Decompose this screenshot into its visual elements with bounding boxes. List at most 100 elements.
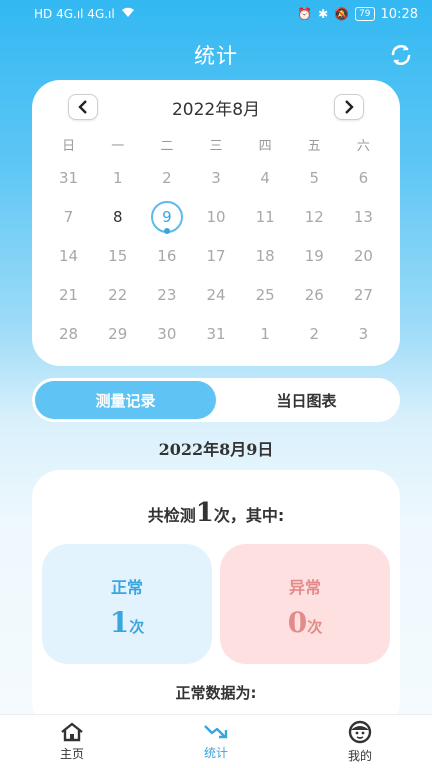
nav-item-mine[interactable]: 我的: [288, 715, 432, 768]
calendar-day[interactable]: 25: [241, 275, 290, 314]
chevron-right-icon: [345, 100, 354, 114]
calendar-day[interactable]: 5: [290, 158, 339, 197]
calendar-day[interactable]: 21: [44, 275, 93, 314]
calendar-day[interactable]: 26: [290, 275, 339, 314]
nav-label-home: 主页: [59, 746, 84, 761]
calendar-day[interactable]: 2: [142, 158, 191, 197]
calendar-day[interactable]: 6: [339, 158, 388, 197]
status-bar: HD 4G.ıl 4G.ıl ⏰ ✱ 🔕 79 10:28: [0, 0, 432, 28]
calendar-day[interactable]: 20: [339, 236, 388, 275]
trend-down-icon: [204, 724, 228, 738]
calendar-day[interactable]: 3: [191, 158, 240, 197]
calendar-day[interactable]: 16: [142, 236, 191, 275]
nav-item-home[interactable]: 主页: [0, 715, 144, 768]
detection-count-line: 共检测1次，其中:: [32, 498, 400, 528]
calendar-day-number: 14: [59, 246, 79, 265]
calendar-day[interactable]: 3: [339, 314, 388, 353]
calendar-day-number: 24: [206, 285, 226, 304]
abnormal-value: 0次: [220, 606, 390, 639]
calendar-day-number: 16: [157, 246, 177, 265]
calendar-day[interactable]: 12: [290, 197, 339, 236]
bottom-nav: 主页 统计 我的: [0, 714, 432, 768]
calendar-day-number: 1: [260, 324, 270, 343]
calendar-card: 2022年8月 日一二三四五六 31 1 2 3 4 5 6 7 8 9 10 11 12 13 14 15 16…: [32, 80, 400, 366]
nav-label-mine: 我的: [347, 748, 372, 763]
calendar-month-title: 2022年8月: [171, 99, 261, 120]
calendar-day[interactable]: 7: [44, 197, 93, 236]
calendar-day-number: 4: [260, 168, 270, 187]
calendar-day-selected[interactable]: 9: [142, 197, 191, 236]
tab-measurement-records[interactable]: 测量记录: [35, 381, 216, 419]
wifi-icon: [121, 7, 135, 21]
alarm-icon: ⏰: [297, 7, 313, 21]
calendar-day[interactable]: 30: [142, 314, 191, 353]
calendar-day-number: 19: [304, 246, 324, 265]
abnormal-stat-box[interactable]: 异常 0次: [220, 544, 390, 664]
calendar-day[interactable]: 13: [339, 197, 388, 236]
abnormal-unit: 次: [307, 618, 323, 636]
nav-item-stats[interactable]: 统计: [144, 715, 288, 768]
calendar-day-number: 22: [108, 285, 128, 304]
calendar-day[interactable]: 31: [44, 158, 93, 197]
calendar-day[interactable]: 22: [93, 275, 142, 314]
calendar-day-number: 1: [112, 168, 123, 187]
detection-count: 1: [195, 498, 214, 528]
count-suffix: 次，其中:: [213, 506, 285, 525]
calendar-day[interactable]: 24: [191, 275, 240, 314]
calendar-day-number: 15: [108, 246, 128, 265]
calendar-day-number: 23: [157, 285, 177, 304]
calendar-day-number: 6: [358, 168, 369, 187]
calendar-day[interactable]: 23: [142, 275, 191, 314]
calendar-day[interactable]: 15: [93, 236, 142, 275]
calendar-day-number: 27: [353, 285, 373, 304]
bluetooth-icon: ✱: [318, 7, 329, 21]
calendar-day-number: 31: [59, 168, 79, 187]
weekday-label: 一: [111, 138, 125, 154]
weekday-label: 二: [160, 138, 174, 154]
calendar-grid: 日一二三四五六 31 1 2 3 4 5 6 7 8 9 10 11 12 13 14 15 16 17 18 19 20…: [44, 130, 388, 353]
calendar-day[interactable]: 1: [241, 314, 290, 353]
calendar-day[interactable]: 28: [44, 314, 93, 353]
signal-indicators: HD 4G.ıl 4G.ıl: [34, 7, 115, 21]
abnormal-count: 0: [287, 606, 308, 639]
normal-unit: 次: [129, 618, 145, 636]
calendar-day[interactable]: 10: [191, 197, 240, 236]
calendar-day-number: 21: [59, 285, 79, 304]
calendar-day[interactable]: 8: [93, 197, 142, 236]
mute-icon: 🔕: [334, 7, 350, 21]
tab-daily-chart[interactable]: 当日图表: [216, 381, 397, 419]
weekday-label: 五: [307, 138, 321, 154]
calendar-day[interactable]: 19: [290, 236, 339, 275]
normal-count: 1: [109, 606, 130, 639]
home-icon: [61, 722, 83, 741]
weekday-label: 六: [356, 138, 370, 154]
record-tabs: 测量记录 当日图表: [32, 378, 400, 422]
page-title: 统计: [194, 44, 238, 68]
refresh-button[interactable]: [388, 42, 414, 68]
calendar-day[interactable]: 4: [241, 158, 290, 197]
nav-label-stats: 统计: [203, 745, 228, 760]
calendar-day-number: 18: [255, 246, 275, 265]
calendar-day-number: 30: [157, 324, 177, 343]
calendar-day-number: 31: [206, 324, 226, 343]
calendar-day[interactable]: 27: [339, 275, 388, 314]
weekday-label: 三: [209, 138, 223, 154]
normal-data-title: 正常数据为:: [175, 684, 257, 702]
calendar-day[interactable]: 29: [93, 314, 142, 353]
calendar-day-number: 5: [309, 168, 320, 187]
calendar-day-number: 10: [206, 207, 226, 226]
calendar-day[interactable]: 17: [191, 236, 240, 275]
calendar-day-number: 2: [162, 168, 172, 187]
normal-stat-box[interactable]: 正常 1次: [42, 544, 212, 664]
calendar-day-number: 17: [206, 246, 226, 265]
calendar-day-number: 26: [304, 285, 324, 304]
weekday-label: 日: [62, 138, 76, 154]
calendar-day[interactable]: 2: [290, 314, 339, 353]
calendar-day[interactable]: 31: [191, 314, 240, 353]
avatar-face-icon: [348, 720, 372, 743]
calendar-day[interactable]: 18: [241, 236, 290, 275]
calendar-day[interactable]: 14: [44, 236, 93, 275]
calendar-day[interactable]: 1: [93, 158, 142, 197]
next-month-button[interactable]: [334, 94, 364, 120]
calendar-day[interactable]: 11: [241, 197, 290, 236]
